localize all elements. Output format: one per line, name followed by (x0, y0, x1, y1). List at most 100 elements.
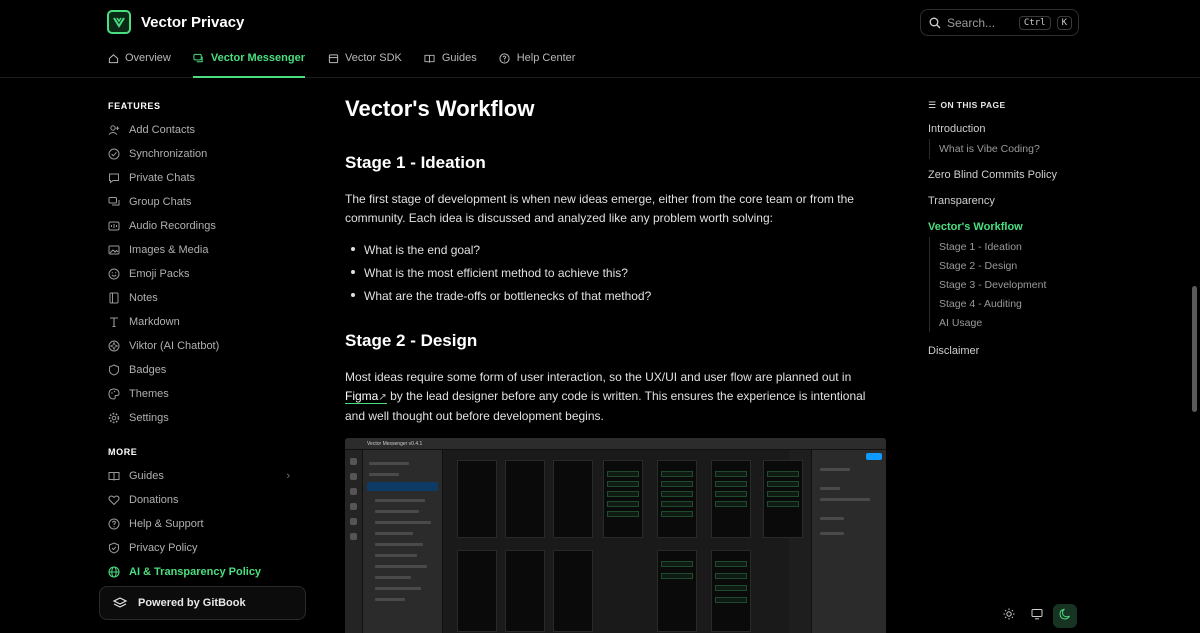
toc-item-zero-blind-commits[interactable]: Zero Blind Commits Policy (928, 169, 1098, 181)
gitbook-logo-icon (112, 595, 128, 611)
palette-icon (108, 388, 120, 400)
sidebar-item-label: AI & Transparency Policy (129, 566, 262, 578)
sync-check-icon (108, 148, 120, 160)
home-icon (107, 52, 119, 64)
sidebar-item-badges[interactable]: Badges (100, 358, 310, 382)
sidebar-item-markdown[interactable]: Markdown (100, 310, 310, 334)
tab-vector-messenger[interactable]: Vector Messenger (192, 52, 305, 78)
sidebar-item-settings[interactable]: Settings (100, 406, 310, 430)
sidebar-item-label: Group Chats (129, 196, 192, 208)
brand-name: Vector Privacy (141, 13, 245, 31)
tab-guides[interactable]: Guides (424, 52, 477, 78)
toc-item-stage3[interactable]: Stage 3 - Development (929, 275, 1098, 294)
external-link-icon: ↗ (378, 391, 387, 403)
brand[interactable]: Vector Privacy (107, 10, 244, 34)
toc-item-ai-usage[interactable]: AI Usage (929, 313, 1098, 332)
notes-icon (108, 292, 120, 304)
sidebar-item-label: Audio Recordings (129, 220, 216, 232)
sidebar-item-label: Help & Support (129, 518, 204, 530)
sidebar-item-private-chats[interactable]: Private Chats (100, 166, 310, 190)
sidebar-item-add-contacts[interactable]: Add Contacts (100, 118, 310, 142)
sidebar-item-label: Synchronization (129, 148, 208, 160)
sidebar-item-viktor[interactable]: Viktor (AI Chatbot) (100, 334, 310, 358)
sidebar-item-label: Guides (129, 470, 164, 482)
sidebar-item-help-support[interactable]: Help & Support (100, 512, 310, 536)
book-icon (108, 470, 120, 482)
toc-item-stage2[interactable]: Stage 2 - Design (929, 256, 1098, 275)
search-input[interactable]: Search... Ctrl K (920, 9, 1079, 36)
chat-icon (193, 52, 205, 64)
sidebar-item-label: Privacy Policy (129, 542, 198, 554)
microphone-icon (108, 220, 120, 232)
powered-by-gitbook-button[interactable]: Powered by GitBook (99, 586, 306, 620)
globe-icon (108, 566, 120, 578)
toc-item-introduction[interactable]: Introduction (928, 123, 1098, 135)
shortcut-key-ctrl: Ctrl (1018, 15, 1051, 30)
sidebar-item-label: Settings (129, 412, 169, 424)
figma-link-label: Figma (345, 388, 379, 403)
toc-header: ☰ ON THIS PAGE (928, 98, 1098, 112)
stage1-heading: Stage 1 - Ideation (345, 153, 486, 172)
shield-check-icon (108, 542, 120, 554)
group-chat-icon (108, 196, 120, 208)
sidebar-item-synchronization[interactable]: Synchronization (100, 142, 310, 166)
sidebar-item-label: Images & Media (129, 244, 209, 256)
heart-icon (108, 494, 120, 506)
theme-light-button[interactable] (997, 604, 1021, 628)
list-item: What are the trade-offs or bottlenecks o… (345, 284, 885, 307)
shortcut-key-k: K (1056, 15, 1072, 30)
sidebar-item-audio-recordings[interactable]: Audio Recordings (100, 214, 310, 238)
theme-dark-button[interactable] (1053, 604, 1077, 628)
tab-label: Vector SDK (345, 52, 402, 64)
moon-icon (1059, 607, 1071, 625)
toc-item-vibe-coding[interactable]: What is Vibe Coding? (929, 139, 1098, 159)
toc-item-disclaimer[interactable]: Disclaimer (928, 345, 1098, 357)
theme-switcher (997, 604, 1077, 628)
chevron-right-icon[interactable]: › (286, 470, 290, 482)
stage1-paragraph: The first stage of development is when n… (345, 192, 854, 225)
page-scrollbar-thumb[interactable] (1192, 286, 1197, 412)
toc-item-transparency[interactable]: Transparency (928, 195, 1098, 207)
help-circle-icon (108, 518, 120, 530)
theme-system-button[interactable] (1025, 604, 1049, 628)
toc-item-vectors-workflow[interactable]: Vector's Workflow (928, 221, 1098, 233)
vector-logo-icon (107, 10, 131, 34)
sidebar-section-more: MORE (108, 447, 138, 457)
toc-item-stage4[interactable]: Stage 4 - Auditing (929, 294, 1098, 313)
tab-label: Help Center (516, 52, 576, 64)
stage2-text-after: by the lead designer before any code is … (345, 388, 866, 424)
search-icon (929, 17, 941, 29)
top-header: Vector Privacy Search... Ctrl K Overview… (0, 0, 1200, 78)
sidebar-item-emoji-packs[interactable]: Emoji Packs (100, 262, 310, 286)
figma-design-screenshot: Vector Messenger v0.4.1 (345, 438, 886, 633)
sidebar-item-themes[interactable]: Themes (100, 382, 310, 406)
figma-properties-panel (811, 450, 886, 633)
tab-overview[interactable]: Overview (107, 52, 171, 78)
sidebar-item-label: Viktor (AI Chatbot) (129, 340, 220, 352)
tab-help-center[interactable]: Help Center (499, 52, 576, 78)
text-icon (108, 316, 120, 328)
tab-vector-sdk[interactable]: Vector SDK (327, 52, 402, 78)
figma-share-button (866, 453, 882, 460)
message-icon (108, 172, 120, 184)
page-title: Vector's Workflow (345, 96, 535, 121)
toc-item-stage1[interactable]: Stage 1 - Ideation (929, 237, 1098, 256)
sidebar-item-images-media[interactable]: Images & Media (100, 238, 310, 262)
sidebar-item-privacy-policy[interactable]: Privacy Policy (100, 536, 310, 560)
sidebar-item-donations[interactable]: Donations (100, 488, 310, 512)
list-item: What is the end goal? (345, 238, 885, 261)
sidebar-item-label: Badges (129, 364, 167, 376)
sidebar-item-notes[interactable]: Notes (100, 286, 310, 310)
search-placeholder: Search... (947, 15, 996, 30)
help-circle-icon (499, 52, 511, 64)
list-icon: ☰ (928, 99, 937, 110)
sidebar-item-group-chats[interactable]: Group Chats (100, 190, 310, 214)
sidebar-item-guides[interactable]: Guides › (100, 464, 310, 488)
sidebar-item-ai-transparency-policy[interactable]: AI & Transparency Policy (100, 560, 310, 584)
sidebar-section-features: FEATURES (108, 101, 161, 111)
stage1-list: What is the end goal? What is the most e… (345, 238, 885, 307)
figma-link[interactable]: Figma↗ (345, 388, 387, 404)
emoji-icon (108, 268, 120, 280)
figma-titlebar: Vector Messenger v0.4.1 (345, 438, 886, 450)
sidebar-item-label: Themes (129, 388, 169, 400)
